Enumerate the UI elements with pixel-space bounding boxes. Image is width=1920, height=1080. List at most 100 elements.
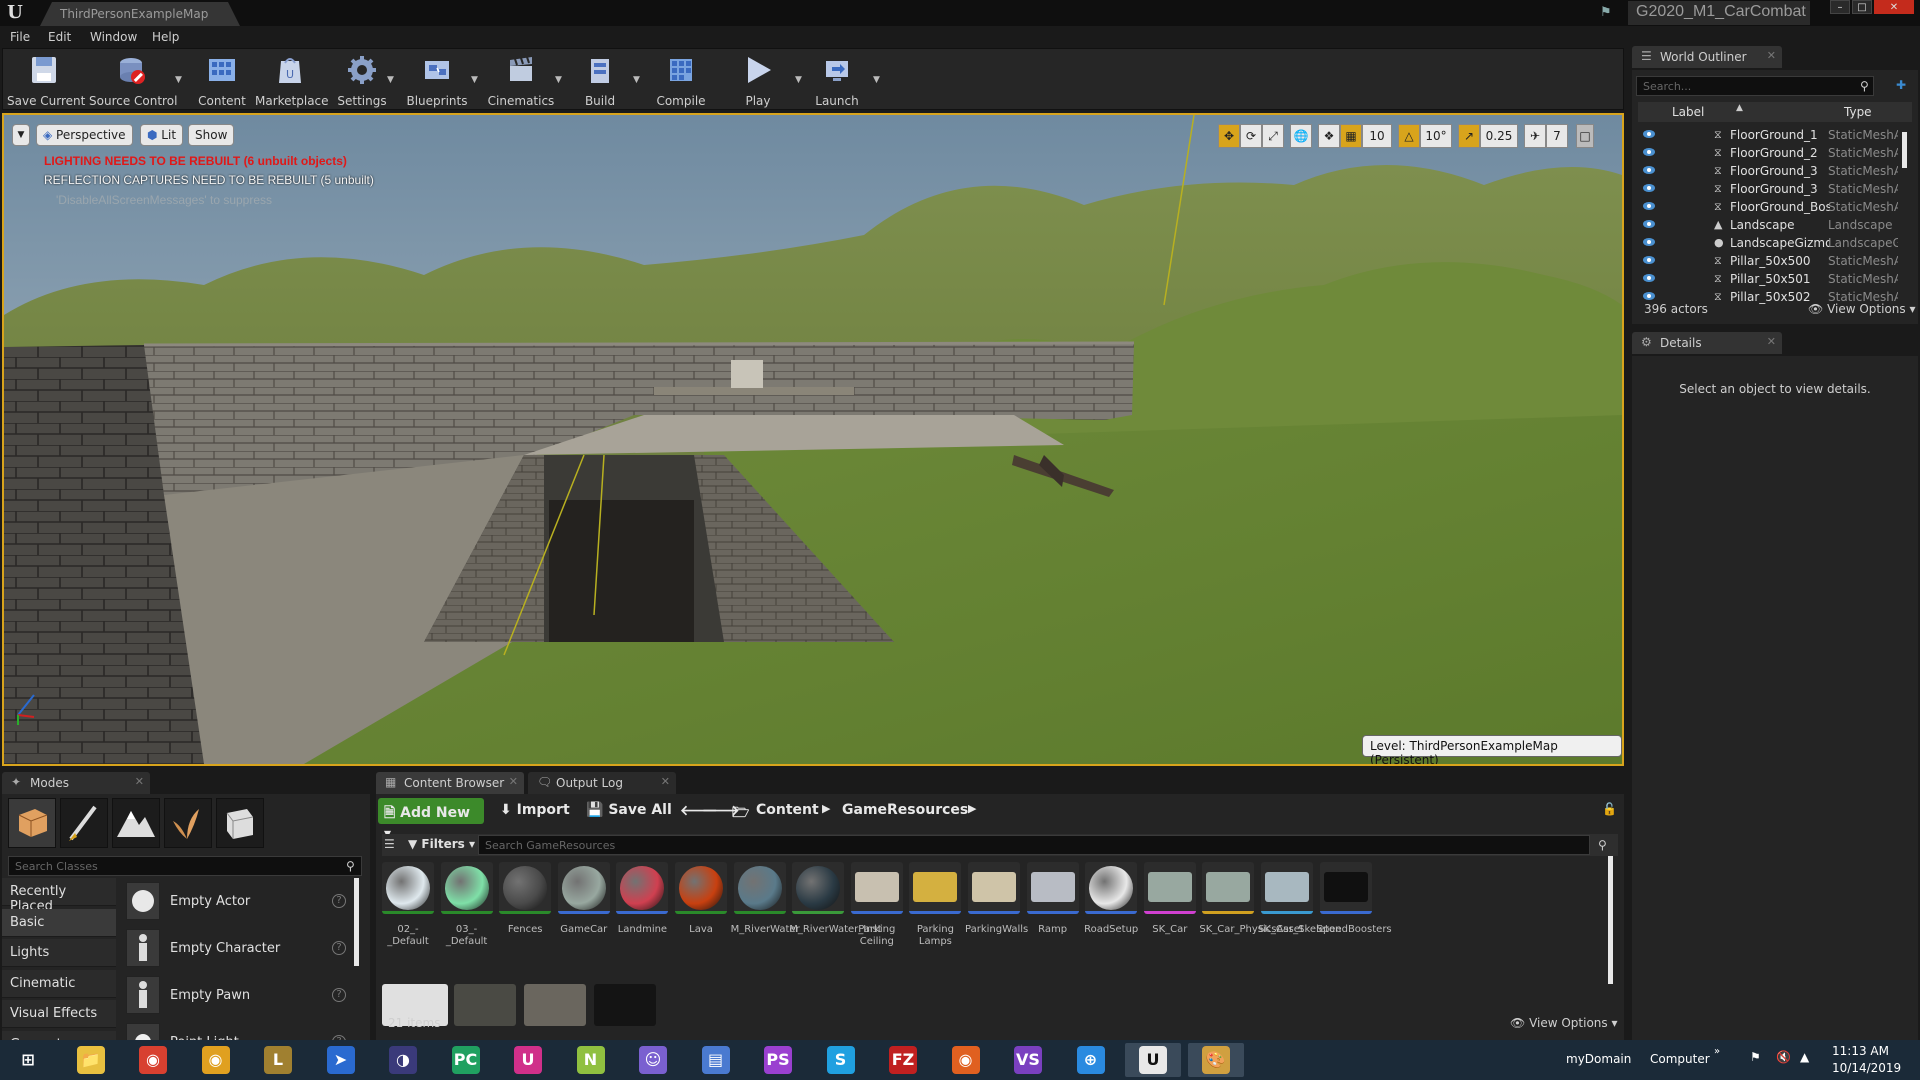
play-dropdown-icon[interactable]: ▼ [795,75,805,85]
taskbar-app[interactable]: FZ [875,1043,931,1077]
category-visual-effects[interactable]: Visual Effects [2,1000,116,1028]
source-control-dropdown-icon[interactable]: ▼ [175,75,185,85]
launch-dropdown-icon[interactable]: ▼ [873,75,883,85]
asset-tile-extra[interactable] [594,984,656,1026]
asset-tile[interactable]: M_RiverWater [731,862,800,972]
save-all-button[interactable]: 💾 Save All [580,798,678,824]
visibility-eye-icon[interactable] [1642,218,1656,230]
asset-tile[interactable]: 03_-_Default [440,862,507,972]
import-button[interactable]: ⬇ Import [494,798,576,824]
surface-snap-icon[interactable]: ❖ [1318,124,1340,148]
category-recently-placed[interactable]: Recently Placed [2,878,116,914]
tab-modes[interactable]: ✦ Modes ✕ [2,772,150,794]
menu-window[interactable]: Window [90,30,137,44]
asset-grid-scrollbar[interactable] [1608,856,1613,984]
clock-date[interactable]: 10/14/2019 [1832,1061,1901,1075]
settings-button[interactable]: Settings [333,51,391,109]
help-icon[interactable]: ? [332,988,346,1002]
modes-scrollbar[interactable] [354,878,359,966]
taskbar-app[interactable]: VS [1000,1043,1056,1077]
perspective-button[interactable]: ◈ Perspective [36,124,133,146]
type-column-header[interactable]: Type [1844,105,1872,119]
tab-output-log[interactable]: 🗨 Output Log ✕ [528,772,676,794]
help-icon[interactable]: ? [332,894,346,908]
visibility-eye-icon[interactable] [1642,128,1656,140]
show-button[interactable]: Show [188,124,235,146]
feedback-icon[interactable]: ⚑ [1600,5,1616,20]
rotation-snap-icon[interactable]: △ [1398,124,1420,148]
asset-tile[interactable]: Lava [675,862,741,972]
taskbar-app[interactable]: PC [438,1043,494,1077]
launch-button[interactable]: Launch [809,51,865,109]
tab-world-outliner[interactable]: ☰ World Outliner ✕ [1632,46,1782,68]
taskbar-app[interactable]: ☺ [625,1043,681,1077]
visibility-eye-icon[interactable] [1642,164,1656,176]
world-space-icon[interactable]: 🌐 [1290,124,1312,148]
outliner-row[interactable]: ⧖ FloorGround_2 StaticMeshA [1638,144,1898,162]
outliner-view-options[interactable]: 👁 View Options ▾ [1808,302,1916,316]
asset-tile[interactable]: SK_Car_PhysicsAsset [1199,862,1304,972]
camera-speed-value[interactable]: 7 [1546,124,1568,148]
asset-tile[interactable]: SK_Car [1143,862,1210,972]
paint-mode-icon[interactable] [60,798,108,848]
add-new-button[interactable]: 🗎 Add New ▾ [378,798,484,842]
compile-button[interactable]: Compile [649,51,713,109]
visibility-eye-icon[interactable] [1642,236,1656,248]
asset-tile[interactable]: Parking Ceiling [850,862,917,972]
taskbar-app[interactable]: ⊕ [1063,1043,1119,1077]
placeable-item[interactable]: Empty Character? [126,929,356,971]
outliner-row[interactable]: ▲ Landscape Landscape [1638,216,1898,234]
grid-snap-icon[interactable]: ▦ [1340,124,1362,148]
taskbar-app[interactable]: PS [750,1043,806,1077]
asset-tile[interactable]: SK_Car_Skeleton [1258,862,1341,972]
asset-tile[interactable]: RoadSetup [1084,862,1151,972]
taskbar-app[interactable]: ◉ [938,1043,994,1077]
viewport-options-button[interactable]: ▼ [12,124,30,146]
filters-button[interactable]: ▼ Filters ▾ [408,837,475,851]
cinematics-button[interactable]: Cinematics [487,51,555,109]
asset-tile[interactable]: 02_-_Default [382,862,448,972]
category-basic[interactable]: Basic [2,908,116,937]
sources-toggle-icon[interactable]: ☰ [384,837,395,851]
taskbar-app[interactable]: U [500,1043,556,1077]
maximize-button[interactable]: □ [1852,0,1872,14]
asset-search-input[interactable]: Search GameResources [478,835,1590,855]
category-lights[interactable]: Lights [2,939,116,967]
taskbar-app[interactable]: ◉ [125,1043,181,1077]
lit-button[interactable]: ⬢ Lit [140,124,184,146]
outliner-search-input[interactable]: Search... [1636,76,1874,96]
label-column-header[interactable]: Label [1672,105,1704,119]
tab-details[interactable]: ⚙ Details ✕ [1632,332,1782,354]
asset-tile[interactable]: SpeedBoosters [1317,862,1392,972]
asset-tile-extra[interactable] [524,984,586,1026]
blueprints-dropdown-icon[interactable]: ▼ [471,75,481,85]
rotate-icon[interactable]: ⟳ [1240,124,1262,148]
foliage-mode-icon[interactable] [164,798,212,848]
volume-muted-icon[interactable]: 🔇 [1776,1050,1791,1064]
close-icon[interactable]: ✕ [1767,49,1776,62]
blueprints-button[interactable]: Blueprints [405,51,469,109]
taskbar-app[interactable]: ▤ [688,1043,744,1077]
visibility-eye-icon[interactable] [1642,182,1656,194]
visibility-eye-icon[interactable] [1642,290,1656,302]
save-current-button[interactable]: Save Current [7,51,85,109]
toolbar-overflow-icon[interactable]: » [1714,1046,1720,1057]
lock-icon[interactable]: 🔓 [1596,798,1623,824]
asset-tile[interactable]: GameCar [557,862,624,972]
taskbar-app[interactable]: ◑ [375,1043,431,1077]
level-viewport[interactable]: ▼ ◈ Perspective ⬢ Lit Show LIGHTING NEED… [2,113,1624,766]
taskbar-app[interactable]: ⊞ [0,1043,56,1077]
outliner-row[interactable]: ⧖ Pillar_50x501 StaticMeshA [1638,270,1898,288]
build-button[interactable]: Build [575,51,625,109]
asset-tile[interactable]: M_RiverWater_Inst [789,862,882,972]
breadcrumb-more-icon[interactable]: ▶ [962,798,982,824]
build-dropdown-icon[interactable]: ▼ [633,75,643,85]
settings-dropdown-icon[interactable]: ▼ [387,75,397,85]
camera-speed-icon[interactable]: ✈ [1524,124,1546,148]
content-view-options[interactable]: 👁 View Options ▾ [1510,1016,1618,1030]
outliner-row[interactable]: ● LandscapeGizmoA LandscapeG [1638,234,1898,252]
network-signal-icon[interactable]: ▲ [1800,1050,1809,1064]
visibility-eye-icon[interactable] [1642,146,1656,158]
asset-tile[interactable]: Parking Lamps [909,862,975,972]
placeable-item[interactable]: Empty Actor? [126,882,356,924]
